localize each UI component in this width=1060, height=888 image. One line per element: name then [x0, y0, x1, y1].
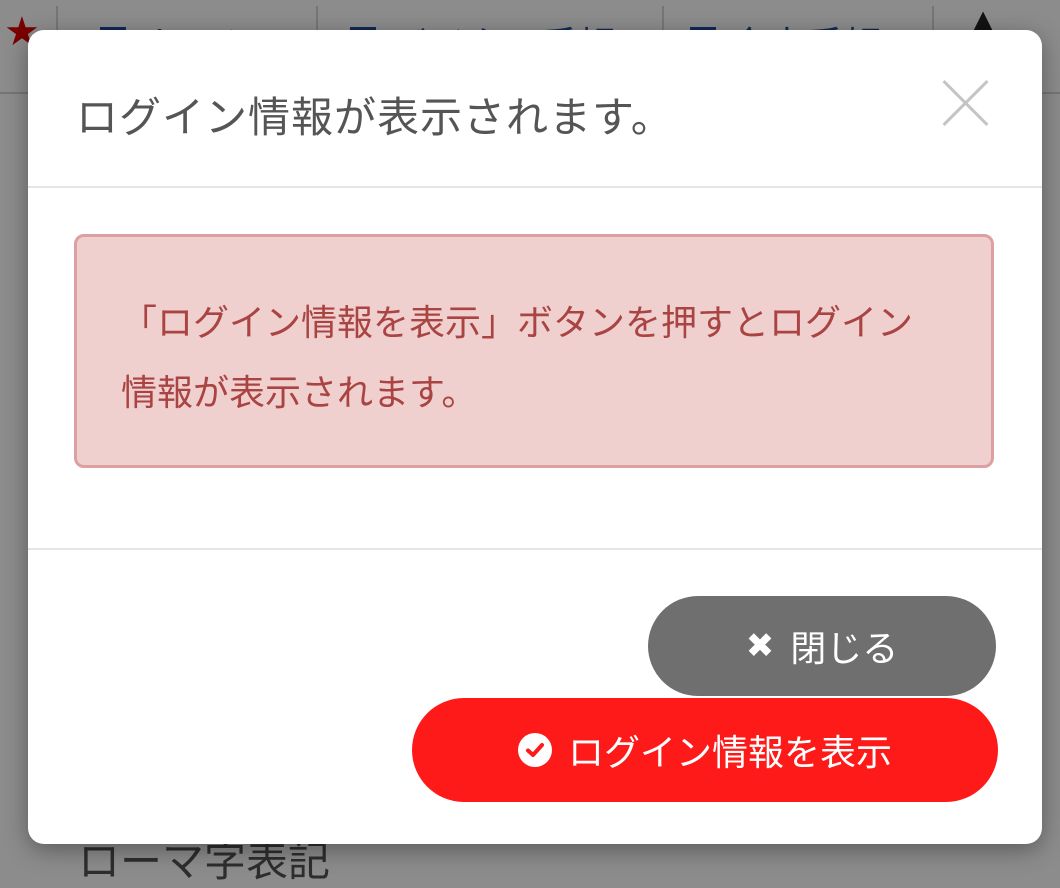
times-icon: ✖ [745, 626, 775, 666]
modal-header: ログイン情報が表示されます。 [28, 30, 1042, 188]
modal-title: ログイン情報が表示されます。 [76, 93, 674, 142]
check-circle-icon [517, 733, 552, 767]
modal-footer: ✖ 閉じる ログイン情報を表示 [28, 548, 1042, 844]
close-button[interactable]: ✖ 閉じる [648, 596, 996, 696]
close-button-label: 閉じる [790, 629, 899, 670]
modal-body: 「ログイン情報を表示」ボタンを押すとログイン情報が表示されます。 [28, 188, 1042, 548]
login-info-modal: ログイン情報が表示されます。 「ログイン情報を表示」ボタンを押すとログイン情報が… [28, 30, 1042, 844]
close-icon[interactable] [940, 78, 990, 128]
alert-message: 「ログイン情報を表示」ボタンを押すとログイン情報が表示されます。 [121, 303, 914, 414]
show-login-info-button[interactable]: ログイン情報を表示 [412, 698, 998, 802]
alert-box: 「ログイン情報を表示」ボタンを押すとログイン情報が表示されます。 [74, 234, 994, 468]
show-login-info-label: ログイン情報を表示 [567, 733, 892, 774]
